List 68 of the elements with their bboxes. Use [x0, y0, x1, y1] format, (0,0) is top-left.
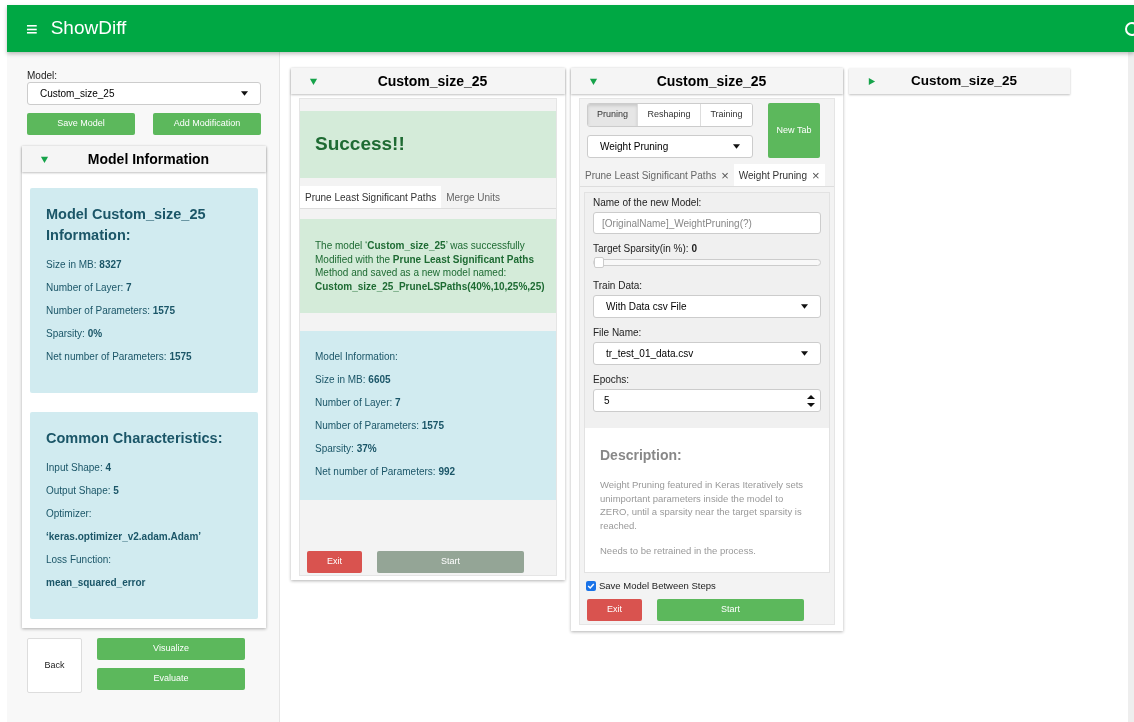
info-line: Optimizer: — [46, 507, 93, 520]
tab[interactable]: Weight Pruning × — [733, 164, 825, 186]
description-text: Weight Pruning featured in Keras Iteratively sets unimportant parameters inside the model to ZERO, until a sparsity near the target sparsity is reached. — [600, 478, 805, 532]
info-line: Input Shape: 4 — [46, 461, 113, 474]
tab[interactable]: Prune Least Significant Paths — [300, 186, 442, 208]
info-line: Output Shape: 5 — [46, 484, 120, 497]
close-icon[interactable]: × — [812, 168, 820, 182]
info-line: Number of Layer: 7 — [315, 396, 402, 409]
tab[interactable]: Merge Units — [441, 186, 506, 208]
panel-title: Custom_size_25 — [655, 71, 768, 91]
info-line: Number of Parameters: 1575 — [315, 419, 445, 432]
message-text: The model ‘Custom_size_25’ was successfully Modified with the Prune Least Significant Paths Method and saved as a new model named: Custom_size_25_PruneLSPaths(40%,10,25%,25) — [315, 239, 545, 293]
epochs-field[interactable]: 5 — [593, 389, 821, 412]
field-label: File Name: — [593, 327, 643, 339]
panel-header[interactable]: Custom_size_25 — [291, 68, 565, 94]
exit-button[interactable]: Exit — [587, 598, 642, 621]
checkbox[interactable] — [586, 580, 596, 591]
method-select[interactable]: Weight Pruning — [587, 135, 753, 158]
caret-down-icon[interactable] — [309, 76, 318, 86]
panel-header[interactable]: Custom_size_25 — [571, 68, 843, 94]
dropdown-caret-icon — [801, 304, 808, 309]
info-line: Net number of Parameters: 992 — [315, 465, 457, 478]
back-button[interactable]: Back — [27, 638, 82, 693]
file-name-select[interactable]: tr_test_01_data.csv — [593, 342, 821, 365]
card-title: Common Characteristics: — [46, 429, 224, 448]
field-label: Target Sparsity(in %): 0 — [593, 243, 698, 255]
info-line: Sparsity: 0% — [46, 327, 104, 340]
info-line: Size in MB: 6605 — [315, 373, 392, 386]
info-line: Number of Parameters: 1575 — [46, 304, 176, 317]
panel-title: Model Information — [86, 149, 211, 169]
dropdown-caret-icon — [241, 91, 248, 96]
info-line: Number of Layer: 7 — [46, 281, 133, 294]
description-title: Description: — [600, 446, 683, 465]
slider-track[interactable] — [593, 259, 821, 266]
field-label: Epochs: — [593, 374, 631, 386]
close-icon[interactable]: × — [721, 168, 729, 182]
card-title: Model Custom_size_25 Information: — [46, 205, 207, 245]
app-title: ShowDiff — [50, 16, 127, 41]
train-data-select[interactable]: With Data csv File — [593, 295, 821, 318]
panel-header[interactable]: Custom_size_25 — [849, 68, 1070, 94]
dropdown-caret-icon — [801, 351, 808, 356]
info-line: ‘keras.optimizer_v2.adam.Adam’ — [46, 530, 203, 543]
field-label: Train Data: — [593, 280, 644, 292]
info-line: Sparsity: 37% — [315, 442, 378, 455]
info-line: Loss Function: — [46, 553, 113, 566]
info-line: Net number of Parameters: 1575 — [46, 350, 193, 363]
panel-header[interactable]: Model Information — [22, 146, 266, 172]
info-line: mean_squared_error — [46, 576, 147, 589]
caret-right-icon[interactable] — [867, 76, 876, 86]
model-select[interactable]: Custom_size_25 — [27, 82, 261, 105]
dropdown-caret-icon — [733, 144, 740, 149]
caret-down-icon[interactable] — [589, 76, 598, 86]
caret-down-icon[interactable] — [40, 154, 49, 164]
panel-title: Custom_size_25 — [376, 71, 489, 91]
exit-button[interactable]: Exit — [307, 551, 362, 573]
checkbox-label: Save Model Between Steps — [599, 578, 716, 593]
slider-thumb[interactable] — [594, 257, 604, 268]
model-name-field[interactable]: [OriginalName]_WeightPruning(?) — [593, 212, 821, 234]
field-label: Model: — [27, 70, 58, 82]
description-text: Needs to be retrained in the process. — [600, 544, 757, 558]
success-text: Success!! — [315, 132, 405, 157]
category-tab[interactable]: Pruning — [588, 104, 638, 126]
info-line: Size in MB: 8327 — [46, 258, 123, 271]
field-label: Name of the new Model: — [593, 197, 703, 209]
panel-title: Custom_size_25 — [910, 71, 1018, 90]
spinner-icon[interactable] — [807, 393, 815, 408]
info-line: Model Information: — [315, 350, 399, 363]
tab[interactable]: Prune Least Significant Paths × — [580, 164, 734, 186]
